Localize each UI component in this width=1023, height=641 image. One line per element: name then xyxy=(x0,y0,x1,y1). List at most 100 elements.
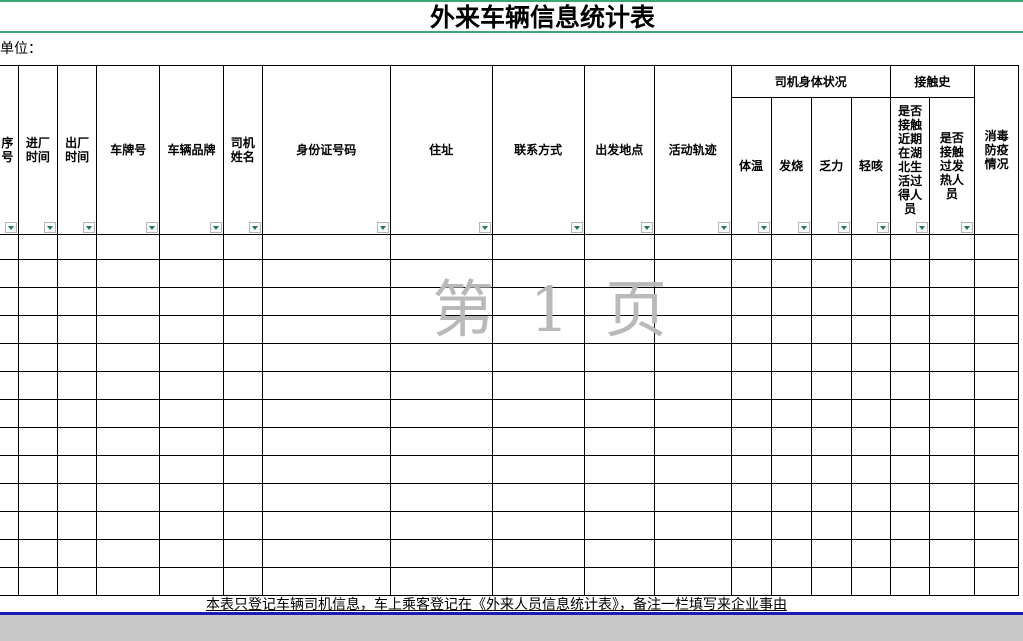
table-cell[interactable] xyxy=(890,539,931,568)
filter-dropdown-icon[interactable] xyxy=(146,222,159,233)
table-cell[interactable] xyxy=(730,483,772,512)
table-cell[interactable] xyxy=(159,287,224,316)
table-cell[interactable] xyxy=(0,511,19,540)
table-cell[interactable] xyxy=(890,511,931,540)
table-cell[interactable] xyxy=(730,455,772,484)
table-cell[interactable] xyxy=(261,483,391,512)
table-cell[interactable] xyxy=(17,483,58,512)
table-cell[interactable] xyxy=(810,287,852,316)
table-cell[interactable] xyxy=(222,259,263,288)
table-cell[interactable] xyxy=(222,315,263,344)
group-header-contact-history[interactable]: 接触史 xyxy=(890,65,975,98)
table-cell[interactable] xyxy=(810,259,852,288)
col-header-fatigue[interactable]: 乏力 xyxy=(810,97,852,235)
filter-dropdown-icon[interactable] xyxy=(43,222,56,233)
table-cell[interactable] xyxy=(0,427,19,456)
table-cell[interactable] xyxy=(850,399,892,428)
filter-dropdown-icon[interactable] xyxy=(4,222,17,233)
table-cell[interactable] xyxy=(890,287,931,316)
table-cell[interactable] xyxy=(96,483,161,512)
table-cell[interactable] xyxy=(56,399,98,428)
table-cell[interactable] xyxy=(890,567,931,596)
table-cell[interactable] xyxy=(389,483,493,512)
table-cell[interactable] xyxy=(730,315,772,344)
table-cell[interactable] xyxy=(730,371,772,400)
table-cell[interactable] xyxy=(929,259,975,288)
filter-dropdown-icon[interactable] xyxy=(960,222,973,233)
table-cell[interactable] xyxy=(261,511,391,540)
table-cell[interactable] xyxy=(770,455,812,484)
table-cell[interactable] xyxy=(222,511,263,540)
table-cell[interactable] xyxy=(583,399,655,428)
table-cell[interactable] xyxy=(17,399,58,428)
table-cell[interactable] xyxy=(17,371,58,400)
table-cell[interactable] xyxy=(96,315,161,344)
table-cell[interactable] xyxy=(17,427,58,456)
table-cell[interactable] xyxy=(261,315,391,344)
col-header-fever-contact[interactable]: 是否接触过发热人员 xyxy=(929,97,975,235)
table-cell[interactable] xyxy=(96,234,161,260)
table-cell[interactable] xyxy=(222,455,263,484)
table-cell[interactable] xyxy=(973,511,1020,540)
table-cell[interactable] xyxy=(850,483,892,512)
table-cell[interactable] xyxy=(653,427,732,456)
table-cell[interactable] xyxy=(96,371,161,400)
table-cell[interactable] xyxy=(159,539,224,568)
table-cell[interactable] xyxy=(17,455,58,484)
table-cell[interactable] xyxy=(929,539,975,568)
table-cell[interactable] xyxy=(491,234,585,260)
col-header-address[interactable]: 住址 xyxy=(389,65,493,235)
table-cell[interactable] xyxy=(0,315,19,344)
table-cell[interactable] xyxy=(653,455,732,484)
table-cell[interactable] xyxy=(583,234,655,260)
col-header-id-number[interactable]: 身份证号码 xyxy=(261,65,391,235)
table-cell[interactable] xyxy=(491,371,585,400)
table-cell[interactable] xyxy=(0,287,19,316)
table-cell[interactable] xyxy=(0,455,19,484)
table-cell[interactable] xyxy=(810,483,852,512)
table-cell[interactable] xyxy=(17,315,58,344)
table-cell[interactable] xyxy=(890,483,931,512)
table-cell[interactable] xyxy=(159,371,224,400)
table-cell[interactable] xyxy=(850,371,892,400)
table-cell[interactable] xyxy=(810,455,852,484)
table-cell[interactable] xyxy=(890,234,931,260)
table-cell[interactable] xyxy=(389,511,493,540)
table-cell[interactable] xyxy=(17,567,58,596)
table-cell[interactable] xyxy=(929,483,975,512)
table-cell[interactable] xyxy=(261,399,391,428)
table-cell[interactable] xyxy=(17,234,58,260)
table-cell[interactable] xyxy=(491,567,585,596)
table-cell[interactable] xyxy=(929,399,975,428)
table-cell[interactable] xyxy=(159,343,224,372)
table-cell[interactable] xyxy=(491,455,585,484)
table-cell[interactable] xyxy=(389,455,493,484)
table-cell[interactable] xyxy=(159,483,224,512)
filter-dropdown-icon[interactable] xyxy=(877,222,890,233)
table-cell[interactable] xyxy=(56,483,98,512)
table-cell[interactable] xyxy=(973,427,1020,456)
filter-dropdown-icon[interactable] xyxy=(916,222,929,233)
table-cell[interactable] xyxy=(0,399,19,428)
table-cell[interactable] xyxy=(96,511,161,540)
col-header-trajectory[interactable]: 活动轨迹 xyxy=(653,65,732,235)
table-cell[interactable] xyxy=(96,287,161,316)
table-cell[interactable] xyxy=(973,287,1020,316)
table-cell[interactable] xyxy=(261,287,391,316)
table-cell[interactable] xyxy=(56,539,98,568)
table-cell[interactable] xyxy=(583,371,655,400)
table-cell[interactable] xyxy=(770,259,812,288)
filter-dropdown-icon[interactable] xyxy=(570,222,583,233)
table-cell[interactable] xyxy=(583,567,655,596)
table-cell[interactable] xyxy=(56,427,98,456)
filter-dropdown-icon[interactable] xyxy=(797,222,810,233)
table-cell[interactable] xyxy=(0,259,19,288)
table-cell[interactable] xyxy=(56,567,98,596)
table-cell[interactable] xyxy=(389,427,493,456)
table-cell[interactable] xyxy=(389,399,493,428)
col-header-contact[interactable]: 联系方式 xyxy=(491,65,585,235)
table-cell[interactable] xyxy=(730,399,772,428)
table-cell[interactable] xyxy=(56,371,98,400)
table-cell[interactable] xyxy=(491,539,585,568)
table-cell[interactable] xyxy=(973,399,1020,428)
